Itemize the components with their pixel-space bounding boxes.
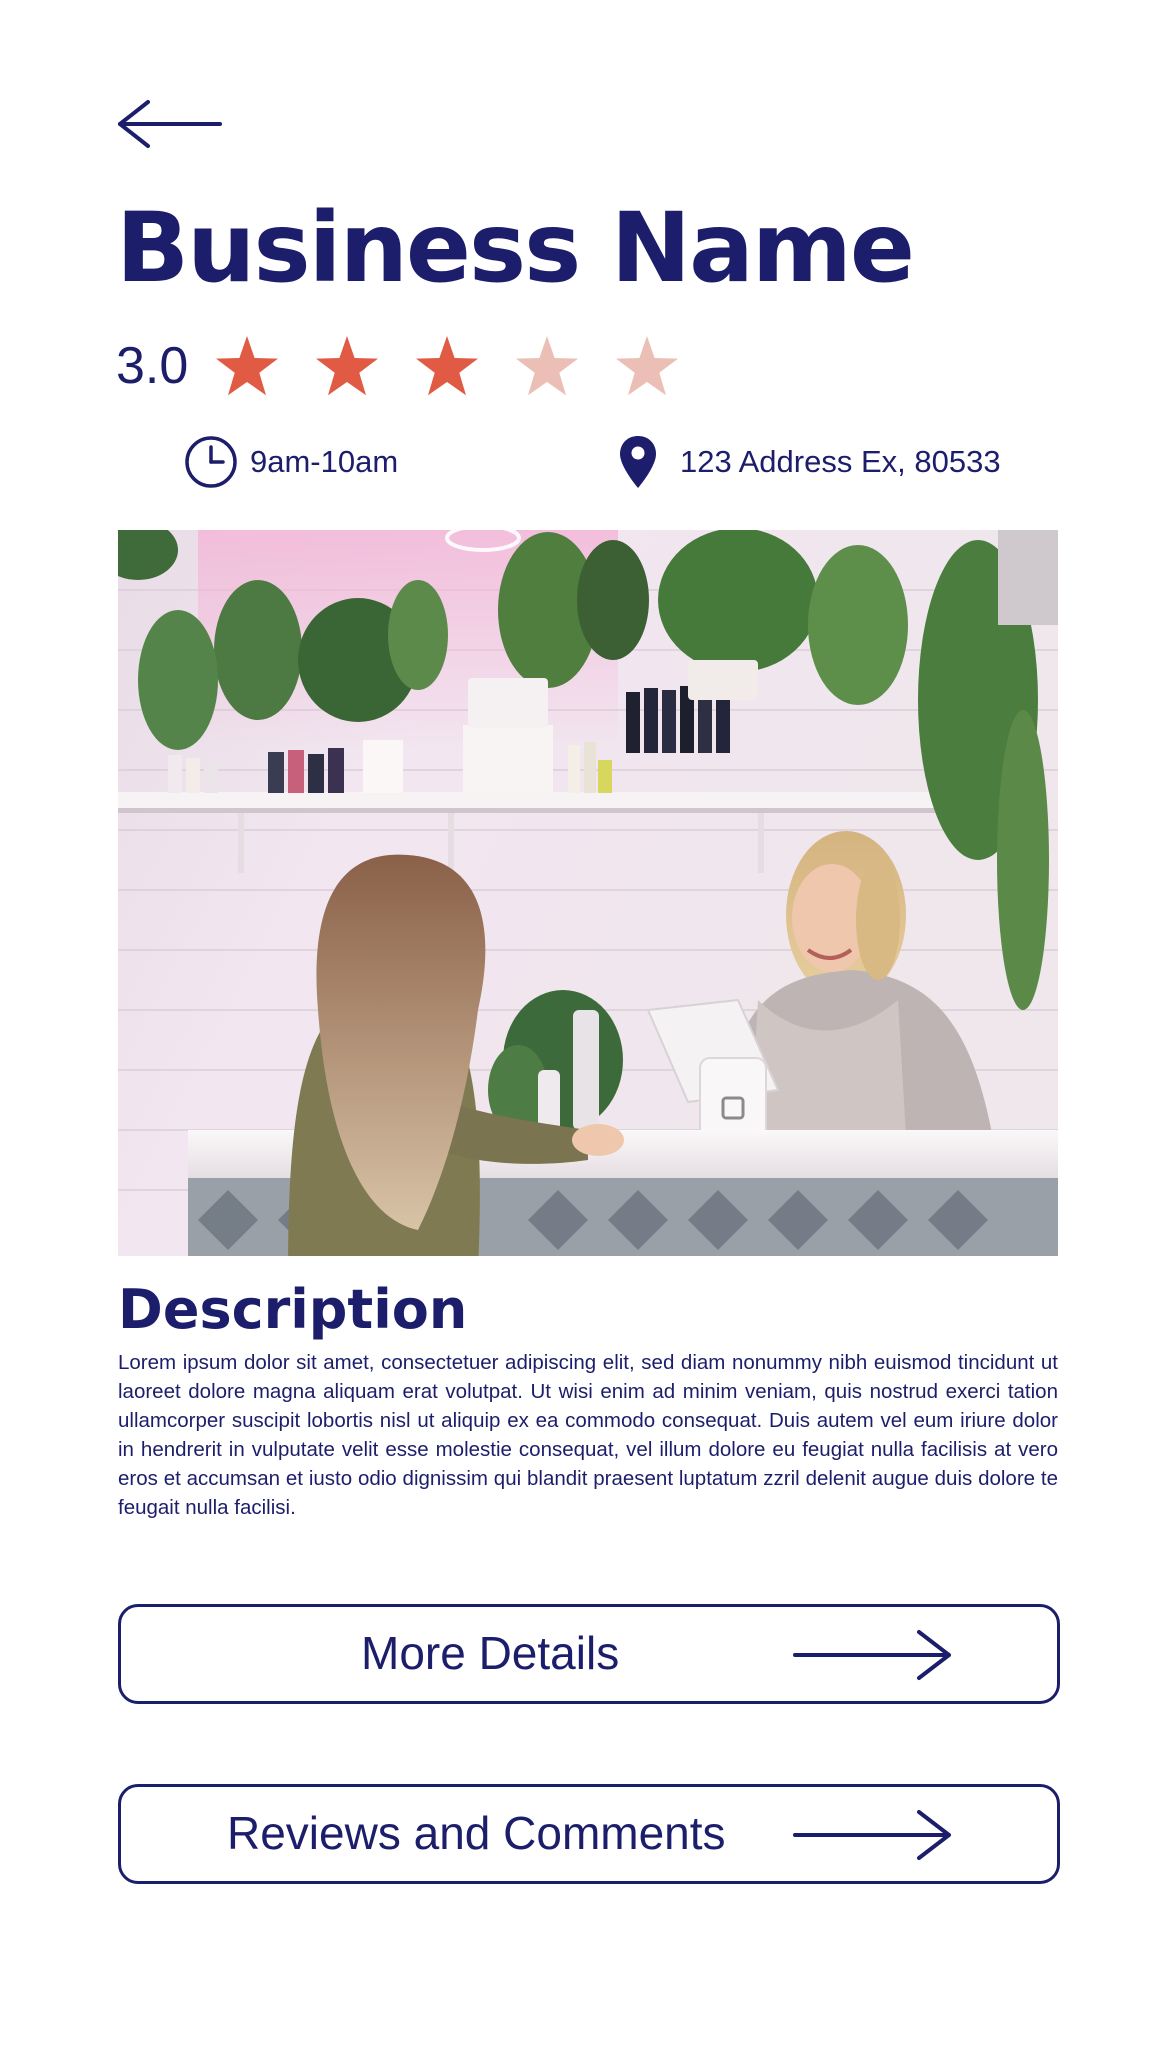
back-button[interactable] [116,98,222,150]
salon-counter-photo [118,530,1058,1256]
info-row: 9am-10am 123 Address Ex, 80533 [0,432,1170,492]
star-icon [416,336,479,396]
hours-text: 9am-10am [250,444,399,479]
description-body: Lorem ipsum dolor sit amet, consectetuer… [118,1351,1058,1519]
rating-value: 3.0 [116,337,189,395]
business-photo [118,530,1058,1256]
star-icon [316,336,379,396]
more-details-button[interactable]: More Details [118,1604,1060,1704]
hours-info: 9am-10am [184,432,398,492]
reviews-comments-button[interactable]: Reviews and Comments [118,1784,1060,1884]
star-rating [214,334,680,398]
address-info[interactable]: 123 Address Ex, 80533 [618,432,1001,492]
business-name-title: Business Name [116,192,915,304]
star-icon [216,336,279,396]
clock-icon [185,436,237,488]
arrow-right-icon [793,1629,953,1681]
star-icon [616,336,679,396]
more-details-label: More Details [361,1627,620,1679]
address-text: 123 Address Ex, 80533 [680,444,1001,479]
star-icon [516,336,579,396]
reviews-comments-label: Reviews and Comments [227,1807,726,1859]
rating-row: 3.0 [116,330,680,402]
description-heading: Description [118,1278,468,1341]
map-pin-icon [620,436,656,488]
arrow-right-icon [793,1809,953,1861]
arrow-left-icon [118,100,222,148]
